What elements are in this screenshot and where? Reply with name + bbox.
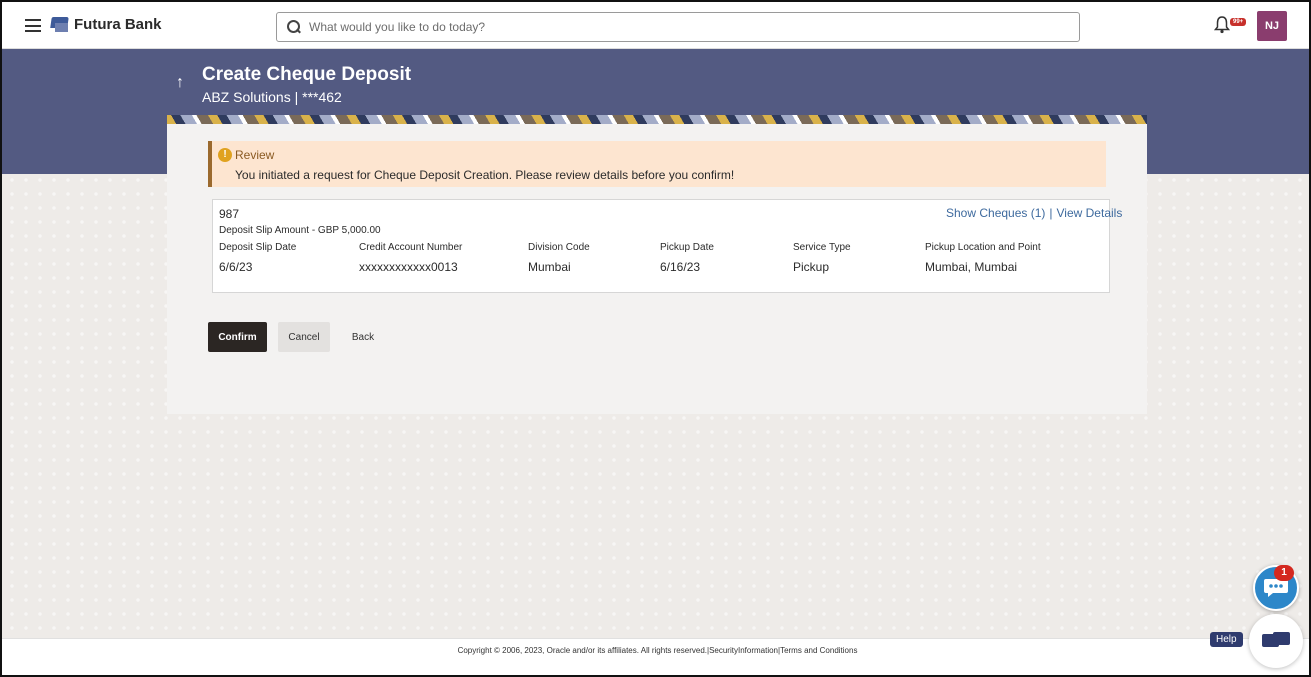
info-icon: ! — [218, 148, 232, 162]
back-button[interactable]: Back — [342, 322, 384, 352]
column-label: Credit Account Number — [359, 242, 463, 253]
show-cheques-link[interactable]: Show Cheques (1) — [946, 206, 1045, 220]
back-arrow-icon[interactable]: ↑ — [176, 74, 184, 92]
search-icon — [287, 20, 301, 34]
notification-count-badge: 99+ — [1230, 18, 1247, 26]
help-button[interactable]: Help — [1210, 632, 1243, 647]
column-value: 6/6/23 — [219, 260, 253, 274]
column-label: Deposit Slip Date — [219, 242, 297, 253]
column-label: Pickup Date — [660, 242, 714, 253]
column-value: Mumbai — [528, 260, 571, 274]
footer — [2, 638, 1309, 675]
brand-logo[interactable]: Futura Bank — [51, 16, 162, 33]
cancel-button[interactable]: Cancel — [278, 322, 330, 352]
column-value: Pickup — [793, 260, 830, 274]
review-title: Review — [235, 148, 275, 162]
column-label: Service Type — [793, 242, 851, 253]
brand-name: Futura Bank — [74, 16, 162, 33]
column-value: xxxxxxxxxxxx0013 — [359, 260, 458, 274]
bank-logo-icon — [51, 17, 68, 32]
page-subtitle: ABZ Solutions | ***462 — [202, 89, 342, 105]
help-launcher[interactable] — [1249, 614, 1303, 668]
user-avatar[interactable]: NJ — [1257, 11, 1287, 41]
column-value: 6/16/23 — [660, 260, 701, 274]
decorative-stripe — [167, 115, 1147, 124]
column-value: Mumbai, Mumbai — [925, 260, 1018, 274]
deposit-slip-amount: Deposit Slip Amount - GBP 5,000.00 — [219, 225, 381, 236]
column-label: Division Code — [528, 242, 590, 253]
view-details-link[interactable]: View Details — [1057, 206, 1123, 220]
confirm-button[interactable]: Confirm — [208, 322, 267, 352]
chat-unread-badge: 1 — [1274, 565, 1294, 581]
search-input[interactable] — [309, 20, 1069, 34]
top-bar: Futura Bank 99+ NJ — [2, 2, 1309, 49]
search-bar[interactable] — [276, 12, 1080, 42]
help-chat-icon — [1262, 632, 1290, 647]
footer-copyright: Copyright © 2006, 2023, Oracle and/or it… — [457, 646, 858, 655]
page-title: Create Cheque Deposit — [202, 64, 412, 85]
review-message: You initiated a request for Cheque Depos… — [235, 168, 735, 182]
hamburger-menu-icon[interactable] — [25, 19, 41, 32]
column-label: Pickup Location and Point — [925, 242, 1041, 253]
detail-links: Show Cheques (1) | View Details — [946, 206, 1122, 220]
deposit-slip-number: 987 — [219, 207, 240, 221]
app-frame: Futura Bank 99+ NJ ↑ Create Cheque Depos… — [0, 0, 1311, 677]
link-separator: | — [1049, 206, 1053, 220]
notification-bell-icon[interactable] — [1213, 16, 1231, 34]
